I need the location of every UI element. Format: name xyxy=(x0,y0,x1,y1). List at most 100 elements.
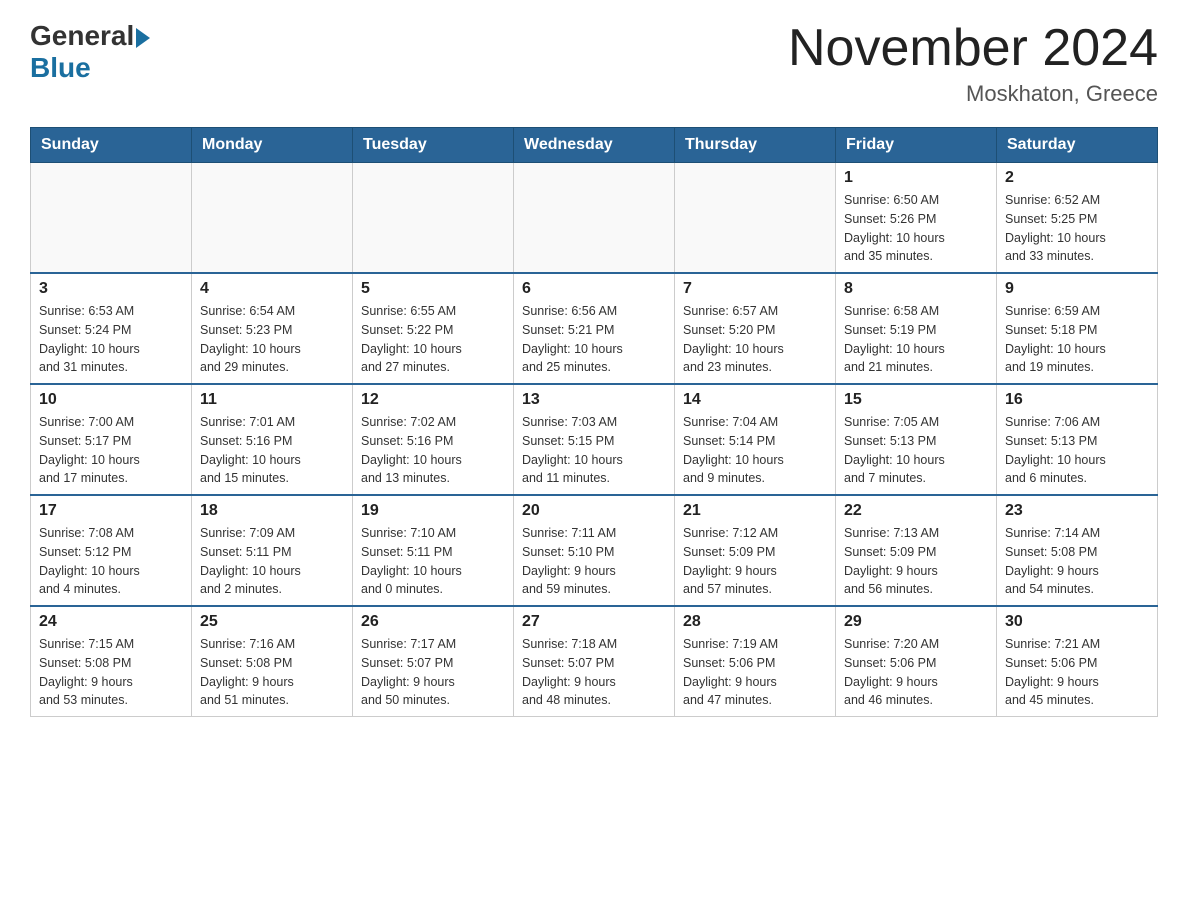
calendar-cell: 4Sunrise: 6:54 AMSunset: 5:23 PMDaylight… xyxy=(192,273,353,384)
header-monday: Monday xyxy=(192,128,353,163)
day-number: 14 xyxy=(683,391,827,409)
calendar-cell: 21Sunrise: 7:12 AMSunset: 5:09 PMDayligh… xyxy=(675,495,836,606)
day-number: 3 xyxy=(39,280,183,298)
calendar-cell: 29 Sunrise: 7:20 AMSunset: 5:06 PMDayligh… xyxy=(836,606,997,717)
month-title: November 2024 xyxy=(788,20,1158,77)
week-row-5: 24 Sunrise: 7:15 AMSunset: 5:08 PMDayligh… xyxy=(31,606,1158,717)
calendar-cell: 7 Sunrise: 6:57 AMSunset: 5:20 PMDaylight… xyxy=(675,273,836,384)
day-number: 12 xyxy=(361,391,505,409)
sun-info: Sunrise: 7:09 AMSunset: 5:11 PMDaylight:… xyxy=(200,524,344,599)
location: Moskhaton, Greece xyxy=(788,81,1158,107)
calendar-cell: 10 Sunrise: 7:00 AMSunset: 5:17 PMDayligh… xyxy=(31,384,192,495)
sun-info: Sunrise: 7:16 AMSunset: 5:08 PMDaylight:… xyxy=(200,635,344,710)
day-number: 22 xyxy=(844,502,988,520)
sun-info: Sunrise: 6:50 AMSunset: 5:26 PMDaylight:… xyxy=(844,191,988,266)
calendar-header-row: Sunday Monday Tuesday Wednesday Thursday… xyxy=(31,128,1158,163)
day-number: 10 xyxy=(39,391,183,409)
calendar-cell: 16Sunrise: 7:06 AMSunset: 5:13 PMDayligh… xyxy=(997,384,1158,495)
day-number: 4 xyxy=(200,280,344,298)
sun-info: Sunrise: 7:04 AMSunset: 5:14 PMDaylight:… xyxy=(683,413,827,488)
day-number: 2 xyxy=(1005,169,1149,187)
sun-info: Sunrise: 6:56 AMSunset: 5:21 PMDaylight:… xyxy=(522,302,666,377)
sun-info: Sunrise: 7:19 AMSunset: 5:06 PMDaylight:… xyxy=(683,635,827,710)
week-row-2: 3 Sunrise: 6:53 AMSunset: 5:24 PMDaylight… xyxy=(31,273,1158,384)
day-number: 13 xyxy=(522,391,666,409)
day-number: 29 xyxy=(844,613,988,631)
calendar-cell: 25 Sunrise: 7:16 AMSunset: 5:08 PMDayligh… xyxy=(192,606,353,717)
sun-info: Sunrise: 7:08 AMSunset: 5:12 PMDaylight:… xyxy=(39,524,183,599)
sun-info: Sunrise: 6:52 AMSunset: 5:25 PMDaylight:… xyxy=(1005,191,1149,266)
calendar-cell: 15 Sunrise: 7:05 AMSunset: 5:13 PMDayligh… xyxy=(836,384,997,495)
day-number: 9 xyxy=(1005,280,1149,298)
week-row-3: 10 Sunrise: 7:00 AMSunset: 5:17 PMDayligh… xyxy=(31,384,1158,495)
calendar-cell xyxy=(192,163,353,274)
title-section: November 2024 Moskhaton, Greece xyxy=(788,20,1158,107)
day-number: 23 xyxy=(1005,502,1149,520)
calendar-cell: 3 Sunrise: 6:53 AMSunset: 5:24 PMDaylight… xyxy=(31,273,192,384)
day-number: 16 xyxy=(1005,391,1149,409)
sun-info: Sunrise: 7:13 AMSunset: 5:09 PMDaylight:… xyxy=(844,524,988,599)
day-number: 19 xyxy=(361,502,505,520)
sun-info: Sunrise: 6:55 AMSunset: 5:22 PMDaylight:… xyxy=(361,302,505,377)
calendar-cell: 27 Sunrise: 7:18 AMSunset: 5:07 PMDayligh… xyxy=(514,606,675,717)
calendar-table: Sunday Monday Tuesday Wednesday Thursday… xyxy=(30,127,1158,717)
page-header: General Blue November 2024 Moskhaton, Gr… xyxy=(30,20,1158,107)
day-number: 11 xyxy=(200,391,344,409)
day-number: 27 xyxy=(522,613,666,631)
logo-general-text: General xyxy=(30,20,134,52)
calendar-cell: 23 Sunrise: 7:14 AMSunset: 5:08 PMDayligh… xyxy=(997,495,1158,606)
calendar-cell xyxy=(353,163,514,274)
header-thursday: Thursday xyxy=(675,128,836,163)
day-number: 5 xyxy=(361,280,505,298)
calendar-cell: 13 Sunrise: 7:03 AMSunset: 5:15 PMDayligh… xyxy=(514,384,675,495)
header-sunday: Sunday xyxy=(31,128,192,163)
day-number: 25 xyxy=(200,613,344,631)
logo-arrow-icon xyxy=(136,28,150,48)
sun-info: Sunrise: 7:03 AMSunset: 5:15 PMDaylight:… xyxy=(522,413,666,488)
sun-info: Sunrise: 7:05 AMSunset: 5:13 PMDaylight:… xyxy=(844,413,988,488)
day-number: 17 xyxy=(39,502,183,520)
sun-info: Sunrise: 7:18 AMSunset: 5:07 PMDaylight:… xyxy=(522,635,666,710)
sun-info: Sunrise: 6:57 AMSunset: 5:20 PMDaylight:… xyxy=(683,302,827,377)
header-saturday: Saturday xyxy=(997,128,1158,163)
calendar-cell: 14 Sunrise: 7:04 AMSunset: 5:14 PMDayligh… xyxy=(675,384,836,495)
calendar-cell: 26 Sunrise: 7:17 AMSunset: 5:07 PMDayligh… xyxy=(353,606,514,717)
sun-info: Sunrise: 7:21 AMSunset: 5:06 PMDaylight:… xyxy=(1005,635,1149,710)
sun-info: Sunrise: 7:15 AMSunset: 5:08 PMDaylight:… xyxy=(39,635,183,710)
day-number: 24 xyxy=(39,613,183,631)
sun-info: Sunrise: 7:12 AMSunset: 5:09 PMDaylight:… xyxy=(683,524,827,599)
calendar-cell: 5 Sunrise: 6:55 AMSunset: 5:22 PMDaylight… xyxy=(353,273,514,384)
logo: General Blue xyxy=(30,20,150,84)
calendar-cell: 28 Sunrise: 7:19 AMSunset: 5:06 PMDayligh… xyxy=(675,606,836,717)
day-number: 20 xyxy=(522,502,666,520)
day-number: 15 xyxy=(844,391,988,409)
day-number: 6 xyxy=(522,280,666,298)
logo-blue-text: Blue xyxy=(30,52,91,84)
sun-info: Sunrise: 7:17 AMSunset: 5:07 PMDaylight:… xyxy=(361,635,505,710)
calendar-cell xyxy=(31,163,192,274)
calendar-cell: 1Sunrise: 6:50 AMSunset: 5:26 PMDaylight… xyxy=(836,163,997,274)
sun-info: Sunrise: 6:53 AMSunset: 5:24 PMDaylight:… xyxy=(39,302,183,377)
calendar-cell xyxy=(675,163,836,274)
day-number: 26 xyxy=(361,613,505,631)
sun-info: Sunrise: 7:20 AMSunset: 5:06 PMDaylight:… xyxy=(844,635,988,710)
day-number: 7 xyxy=(683,280,827,298)
sun-info: Sunrise: 7:01 AMSunset: 5:16 PMDaylight:… xyxy=(200,413,344,488)
header-friday: Friday xyxy=(836,128,997,163)
calendar-cell: 30Sunrise: 7:21 AMSunset: 5:06 PMDayligh… xyxy=(997,606,1158,717)
sun-info: Sunrise: 7:10 AMSunset: 5:11 PMDaylight:… xyxy=(361,524,505,599)
calendar-cell: 19 Sunrise: 7:10 AMSunset: 5:11 PMDayligh… xyxy=(353,495,514,606)
day-number: 8 xyxy=(844,280,988,298)
calendar-cell: 6 Sunrise: 6:56 AMSunset: 5:21 PMDaylight… xyxy=(514,273,675,384)
header-tuesday: Tuesday xyxy=(353,128,514,163)
sun-info: Sunrise: 7:00 AMSunset: 5:17 PMDaylight:… xyxy=(39,413,183,488)
day-number: 28 xyxy=(683,613,827,631)
day-number: 18 xyxy=(200,502,344,520)
calendar-cell: 17 Sunrise: 7:08 AMSunset: 5:12 PMDayligh… xyxy=(31,495,192,606)
calendar-cell xyxy=(514,163,675,274)
calendar-cell: 20Sunrise: 7:11 AMSunset: 5:10 PMDayligh… xyxy=(514,495,675,606)
sun-info: Sunrise: 6:58 AMSunset: 5:19 PMDaylight:… xyxy=(844,302,988,377)
calendar-cell: 18 Sunrise: 7:09 AMSunset: 5:11 PMDayligh… xyxy=(192,495,353,606)
week-row-1: 1Sunrise: 6:50 AMSunset: 5:26 PMDaylight… xyxy=(31,163,1158,274)
sun-info: Sunrise: 7:14 AMSunset: 5:08 PMDaylight:… xyxy=(1005,524,1149,599)
